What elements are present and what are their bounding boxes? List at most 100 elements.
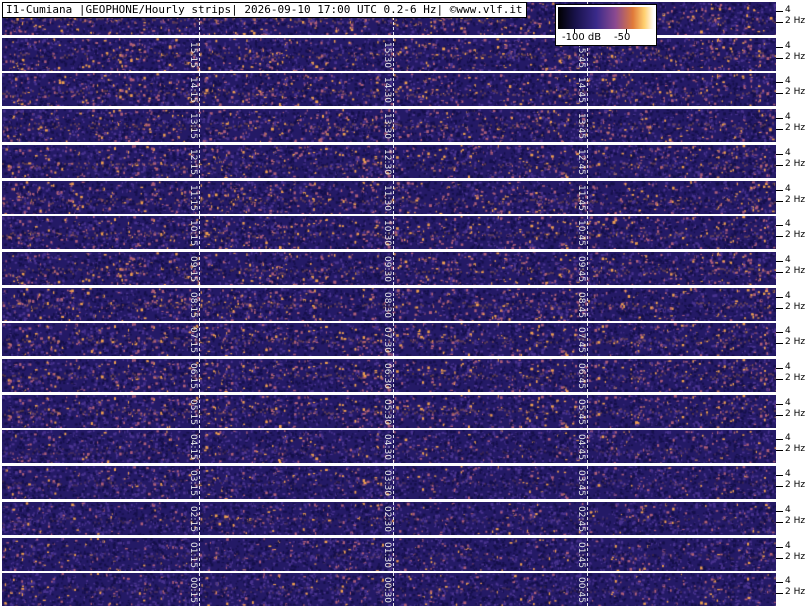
axis-tick [776, 368, 783, 369]
axis-tick-label: 4 [785, 184, 791, 194]
axis-tick [776, 118, 783, 119]
time-label: 12:45 [576, 149, 586, 175]
colorbar-max-label: -50 [614, 32, 631, 43]
axis-tick-label: 4 [785, 576, 791, 586]
spectrogram-strip-10: 10:15 10:30 10:45 [2, 216, 776, 249]
time-label: 00:15 [188, 577, 198, 603]
quarter-hour-line [587, 252, 588, 285]
quarter-hour-line [199, 359, 200, 392]
axis-tick [776, 11, 783, 12]
axis-tick [776, 297, 783, 298]
axis-tick [776, 522, 783, 523]
spectrogram-strip-06: 06:15 06:30 06:45 [2, 359, 776, 392]
frequency-axis: 42 Hz [776, 395, 812, 428]
quarter-hour-line [393, 109, 394, 142]
quarter-hour-line [393, 145, 394, 178]
quarter-hour-line [587, 395, 588, 428]
quarter-hour-line [199, 73, 200, 106]
axis-tick [776, 593, 783, 594]
time-label: 02:30 [382, 506, 392, 532]
spectrogram-strip-05: 05:15 05:30 05:45 [2, 395, 776, 428]
axis-tick [776, 261, 783, 262]
frequency-axis: 42 Hz [776, 502, 812, 535]
time-label: 15:15 [188, 42, 198, 68]
axis-tick-label: 2 Hz [785, 266, 806, 276]
axis-tick-label: 4 [785, 541, 791, 551]
time-label: 08:45 [576, 292, 586, 318]
axis-tick-label: 2 Hz [785, 587, 806, 597]
colorbar-min-label: -100 dB [562, 32, 602, 43]
quarter-hour-line [199, 288, 200, 321]
spectrogram-strip-02: 02:15 02:30 02:45 [2, 502, 776, 535]
colorbar-legend: -100 dB -50 [555, 4, 657, 46]
quarter-hour-line [587, 216, 588, 249]
time-label: 04:15 [188, 434, 198, 460]
quarter-hour-line [587, 288, 588, 321]
axis-tick-label: 2 Hz [785, 409, 806, 419]
time-label: 13:45 [576, 113, 586, 139]
axis-tick-label: 2 Hz [785, 444, 806, 454]
axis-tick [776, 165, 783, 166]
time-label: 06:30 [382, 363, 392, 389]
spectrogram-strip-04: 04:15 04:30 04:45 [2, 430, 776, 463]
frequency-axis: 42 Hz [776, 573, 812, 606]
spectrogram-strip-01: 01:15 01:30 01:45 [2, 538, 776, 571]
axis-tick [776, 582, 783, 583]
axis-tick-label: 2 Hz [785, 337, 806, 347]
axis-tick-label: 2 Hz [785, 230, 806, 240]
quarter-hour-line [393, 538, 394, 571]
spectrogram-strip-12: 12:15 12:30 12:45 [2, 145, 776, 178]
time-label: 14:30 [382, 77, 392, 103]
time-label: 11:30 [382, 185, 392, 211]
quarter-hour-line [587, 430, 588, 463]
quarter-hour-line [587, 181, 588, 214]
quarter-hour-line [199, 216, 200, 249]
time-label: 08:15 [188, 292, 198, 318]
axis-tick-label: 2 Hz [785, 516, 806, 526]
spectrogram-strip-13: 13:15 13:30 13:45 [2, 109, 776, 142]
frequency-axis: 42 Hz [776, 2, 812, 35]
time-label: 12:30 [382, 149, 392, 175]
time-label: 08:30 [382, 292, 392, 318]
time-label: 03:45 [576, 470, 586, 496]
frequency-axis: 42 Hz [776, 145, 812, 178]
axis-tick-label: 4 [785, 326, 791, 336]
frequency-axis: 42 Hz [776, 323, 812, 356]
quarter-hour-line [587, 73, 588, 106]
time-label: 00:45 [576, 577, 586, 603]
spectrogram-stage: 42 Hz 15:15 15:30 15:45 4 2 Hz 14:15 14:30 14:45… [0, 0, 812, 611]
frequency-axis: 42 Hz [776, 216, 812, 249]
time-label: 04:30 [382, 434, 392, 460]
quarter-hour-line [393, 359, 394, 392]
quarter-hour-line [393, 573, 394, 606]
quarter-hour-line [199, 502, 200, 535]
axis-tick [776, 58, 783, 59]
axis-tick-label: 4 [785, 291, 791, 301]
time-label: 11:15 [188, 185, 198, 211]
quarter-hour-line [587, 359, 588, 392]
spectrogram-strip-08: 08:15 08:30 08:45 [2, 288, 776, 321]
axis-tick [776, 511, 783, 512]
axis-tick-label: 2 Hz [785, 159, 806, 169]
spectrogram-strip-03: 03:15 03:30 03:45 [2, 466, 776, 499]
time-label: 13:30 [382, 113, 392, 139]
quarter-hour-line [587, 109, 588, 142]
quarter-hour-line [393, 38, 394, 71]
axis-tick [776, 379, 783, 380]
axis-tick [776, 47, 783, 48]
time-label: 03:30 [382, 470, 392, 496]
quarter-hour-line [199, 538, 200, 571]
axis-tick-label: 4 [785, 398, 791, 408]
header-title: I1-Cumiana |GEOPHONE/Hourly strips| 2026… [2, 2, 527, 18]
frequency-axis: 42 Hz [776, 430, 812, 463]
axis-tick [776, 82, 783, 83]
quarter-hour-line [393, 502, 394, 535]
frequency-axis: 42 Hz [776, 109, 812, 142]
spectrogram-strip-14: 14:15 14:30 14:45 [2, 73, 776, 106]
spectrogram-strip-15: 15:15 15:30 15:45 [2, 38, 776, 71]
time-label: 14:15 [188, 77, 198, 103]
time-label: 01:45 [576, 542, 586, 568]
axis-tick-label: 4 [785, 148, 791, 158]
axis-tick-label: 4 [785, 41, 791, 51]
axis-tick-label: 4 [785, 76, 791, 86]
